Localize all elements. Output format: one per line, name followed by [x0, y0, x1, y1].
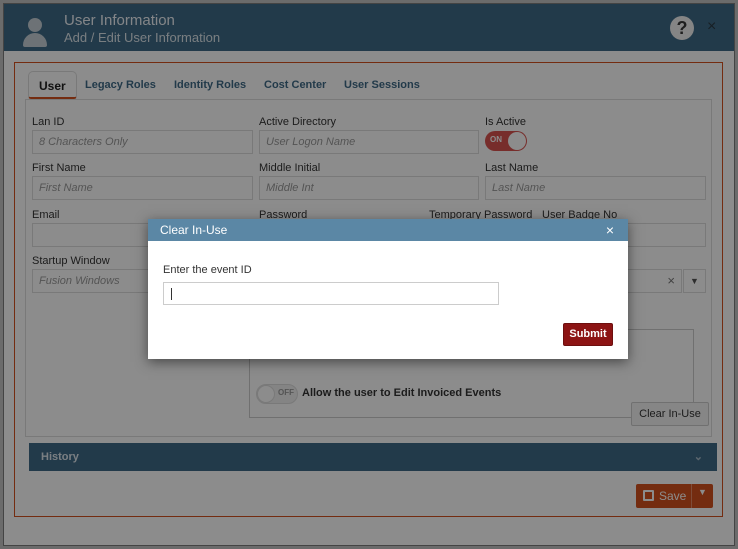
user-information-window: User Information Add / Edit User Informa… — [3, 3, 735, 546]
event-id-label: Enter the event ID — [163, 264, 252, 276]
text-cursor — [171, 288, 172, 300]
dialog-title-bar: Clear In-Use × — [148, 219, 628, 241]
clear-in-use-dialog: Clear In-Use × Enter the event ID Submit — [148, 219, 628, 359]
dialog-close-icon[interactable]: × — [606, 219, 614, 241]
submit-button[interactable]: Submit — [563, 323, 613, 346]
dialog-title: Clear In-Use — [160, 223, 228, 237]
event-id-input[interactable] — [163, 282, 499, 305]
